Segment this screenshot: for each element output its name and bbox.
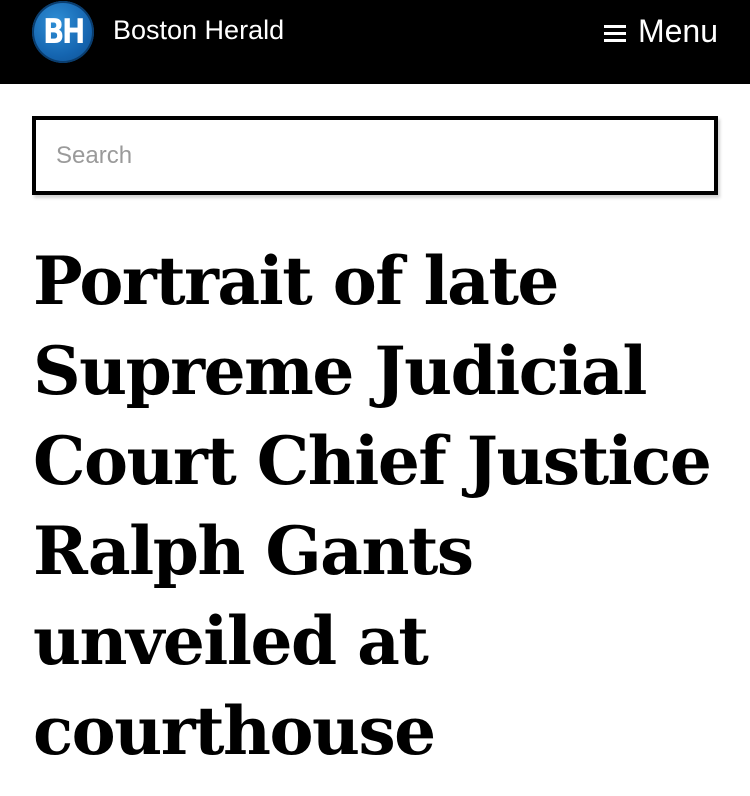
menu-label: Menu — [637, 13, 718, 49]
menu-button[interactable]: Menu — [603, 11, 718, 51]
search-input[interactable] — [36, 120, 714, 191]
boston-herald-logo[interactable]: BH — [32, 1, 94, 63]
site-header: BH Boston Herald Menu — [0, 0, 750, 84]
search-box — [32, 116, 718, 195]
hamburger-icon — [603, 25, 626, 43]
site-name[interactable]: Boston Herald — [113, 12, 284, 48]
article-headline: Portrait of late Supreme Judicial Court … — [33, 242, 712, 770]
logo-text: BH — [43, 12, 85, 52]
